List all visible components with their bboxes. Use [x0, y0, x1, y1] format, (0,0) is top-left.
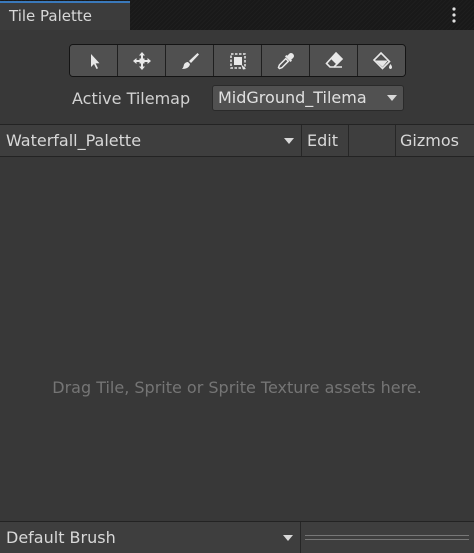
kebab-menu-icon[interactable] [444, 5, 464, 25]
palette-bar: Waterfall_Palette Edit Gizmos [0, 124, 474, 157]
paintbrush-icon [181, 52, 199, 69]
brush-bar: Default Brush [0, 521, 474, 553]
chevron-down-icon [283, 535, 293, 541]
tab-title: Tile Palette [9, 7, 92, 25]
palette-drop-area[interactable]: Drag Tile, Sprite or Sprite Texture asse… [0, 157, 474, 521]
edit-button[interactable]: Edit [301, 125, 348, 156]
resize-splitter-handle[interactable] [305, 535, 469, 540]
tab-bar: Tile Palette [0, 0, 474, 30]
eyedropper-icon [277, 52, 294, 69]
fill-tool-button[interactable] [358, 45, 405, 76]
move-tool-button[interactable] [118, 45, 166, 76]
paint-bucket-icon [372, 51, 392, 70]
box-fill-tool-button[interactable] [214, 45, 262, 76]
gizmos-button[interactable]: Gizmos [395, 125, 474, 156]
erase-tool-button[interactable] [310, 45, 358, 76]
tool-toolbar [69, 44, 406, 77]
active-tilemap-value: MidGround_Tilema [218, 88, 367, 107]
edit-label: Edit [307, 131, 338, 150]
active-tilemap-row: Active Tilemap MidGround_Tilema [0, 84, 474, 112]
drop-hint-text: Drag Tile, Sprite or Sprite Texture asse… [52, 378, 422, 397]
palette-bar-spacer [348, 125, 395, 156]
select-tool-button[interactable] [70, 45, 118, 76]
chevron-down-icon [387, 95, 397, 101]
active-tilemap-label: Active Tilemap [72, 89, 191, 108]
paint-tool-button[interactable] [166, 45, 214, 76]
brush-name: Default Brush [6, 528, 116, 547]
move-arrows-icon [132, 51, 151, 70]
palette-name: Waterfall_Palette [6, 131, 142, 150]
box-fill-icon [229, 52, 246, 69]
arrow-cursor-icon [90, 53, 99, 69]
eraser-icon [324, 51, 343, 68]
tab-tile-palette[interactable]: Tile Palette [0, 1, 130, 30]
palette-dropdown[interactable]: Waterfall_Palette [0, 125, 301, 156]
chevron-down-icon [284, 138, 294, 144]
brush-dropdown[interactable]: Default Brush [0, 522, 301, 553]
gizmos-label: Gizmos [400, 131, 459, 150]
pick-tool-button[interactable] [262, 45, 310, 76]
active-tilemap-dropdown[interactable]: MidGround_Tilema [212, 85, 404, 111]
